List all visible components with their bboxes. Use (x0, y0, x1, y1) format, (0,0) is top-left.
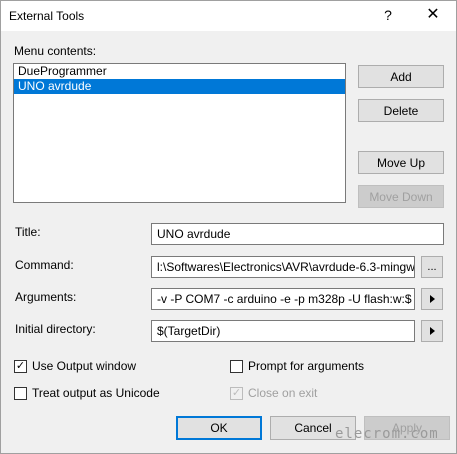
command-field[interactable]: l:\Softwares\Electronics\AVR\avrdude-6.3… (151, 256, 415, 278)
checkmark-icon: ✓ (230, 386, 243, 400)
help-icon[interactable]: ? (381, 7, 395, 25)
initial-directory-label: Initial directory: (15, 322, 96, 336)
initial-directory-macro-button[interactable] (421, 320, 443, 342)
external-tools-dialog: External Tools ? ✕ Menu contents: DuePro… (0, 0, 457, 454)
command-label: Command: (15, 258, 74, 272)
ok-button[interactable]: OK (176, 416, 262, 440)
menu-contents-label: Menu contents: (14, 44, 97, 58)
browse-command-button[interactable]: ... (421, 256, 443, 278)
title-bar: External Tools ? ✕ (1, 1, 456, 31)
arguments-label: Arguments: (15, 290, 77, 304)
checkmark-icon: ✓ (14, 359, 27, 373)
checkbox-box (14, 386, 27, 400)
prompt-for-arguments-label: Prompt for arguments (248, 359, 365, 373)
watermark: elecrom.com (335, 426, 439, 442)
close-on-exit-label: Close on exit (248, 386, 318, 400)
treat-output-as-unicode-label: Treat output as Unicode (32, 386, 160, 400)
arguments-macro-button[interactable] (421, 288, 443, 310)
list-item[interactable]: UNO avrdude (14, 79, 345, 94)
add-button[interactable]: Add (358, 65, 444, 88)
close-icon[interactable]: ✕ (423, 5, 443, 25)
title-label: Title: (15, 225, 41, 239)
move-up-button[interactable]: Move Up (358, 151, 444, 174)
window-title: External Tools (9, 9, 85, 23)
checkbox-box (230, 359, 243, 373)
list-item[interactable]: DueProgrammer (14, 64, 345, 79)
prompt-for-arguments-checkbox[interactable]: Prompt for arguments (230, 359, 364, 373)
arrow-right-icon (429, 327, 435, 335)
treat-output-as-unicode-checkbox[interactable]: Treat output as Unicode (14, 386, 160, 400)
arguments-field[interactable]: -v -P COM7 -c arduino -e -p m328p -U fla… (151, 288, 415, 310)
use-output-window-checkbox[interactable]: ✓ Use Output window (14, 359, 136, 373)
arrow-right-icon (429, 295, 435, 303)
delete-button[interactable]: Delete (358, 99, 444, 122)
initial-directory-field[interactable]: $(TargetDir) (151, 320, 415, 342)
menu-contents-list[interactable]: DueProgrammer UNO avrdude (13, 63, 346, 203)
close-on-exit-checkbox[interactable]: ✓ Close on exit (230, 386, 317, 400)
use-output-window-label: Use Output window (32, 359, 137, 373)
title-field[interactable]: UNO avrdude (151, 223, 444, 245)
move-down-button[interactable]: Move Down (358, 185, 444, 208)
